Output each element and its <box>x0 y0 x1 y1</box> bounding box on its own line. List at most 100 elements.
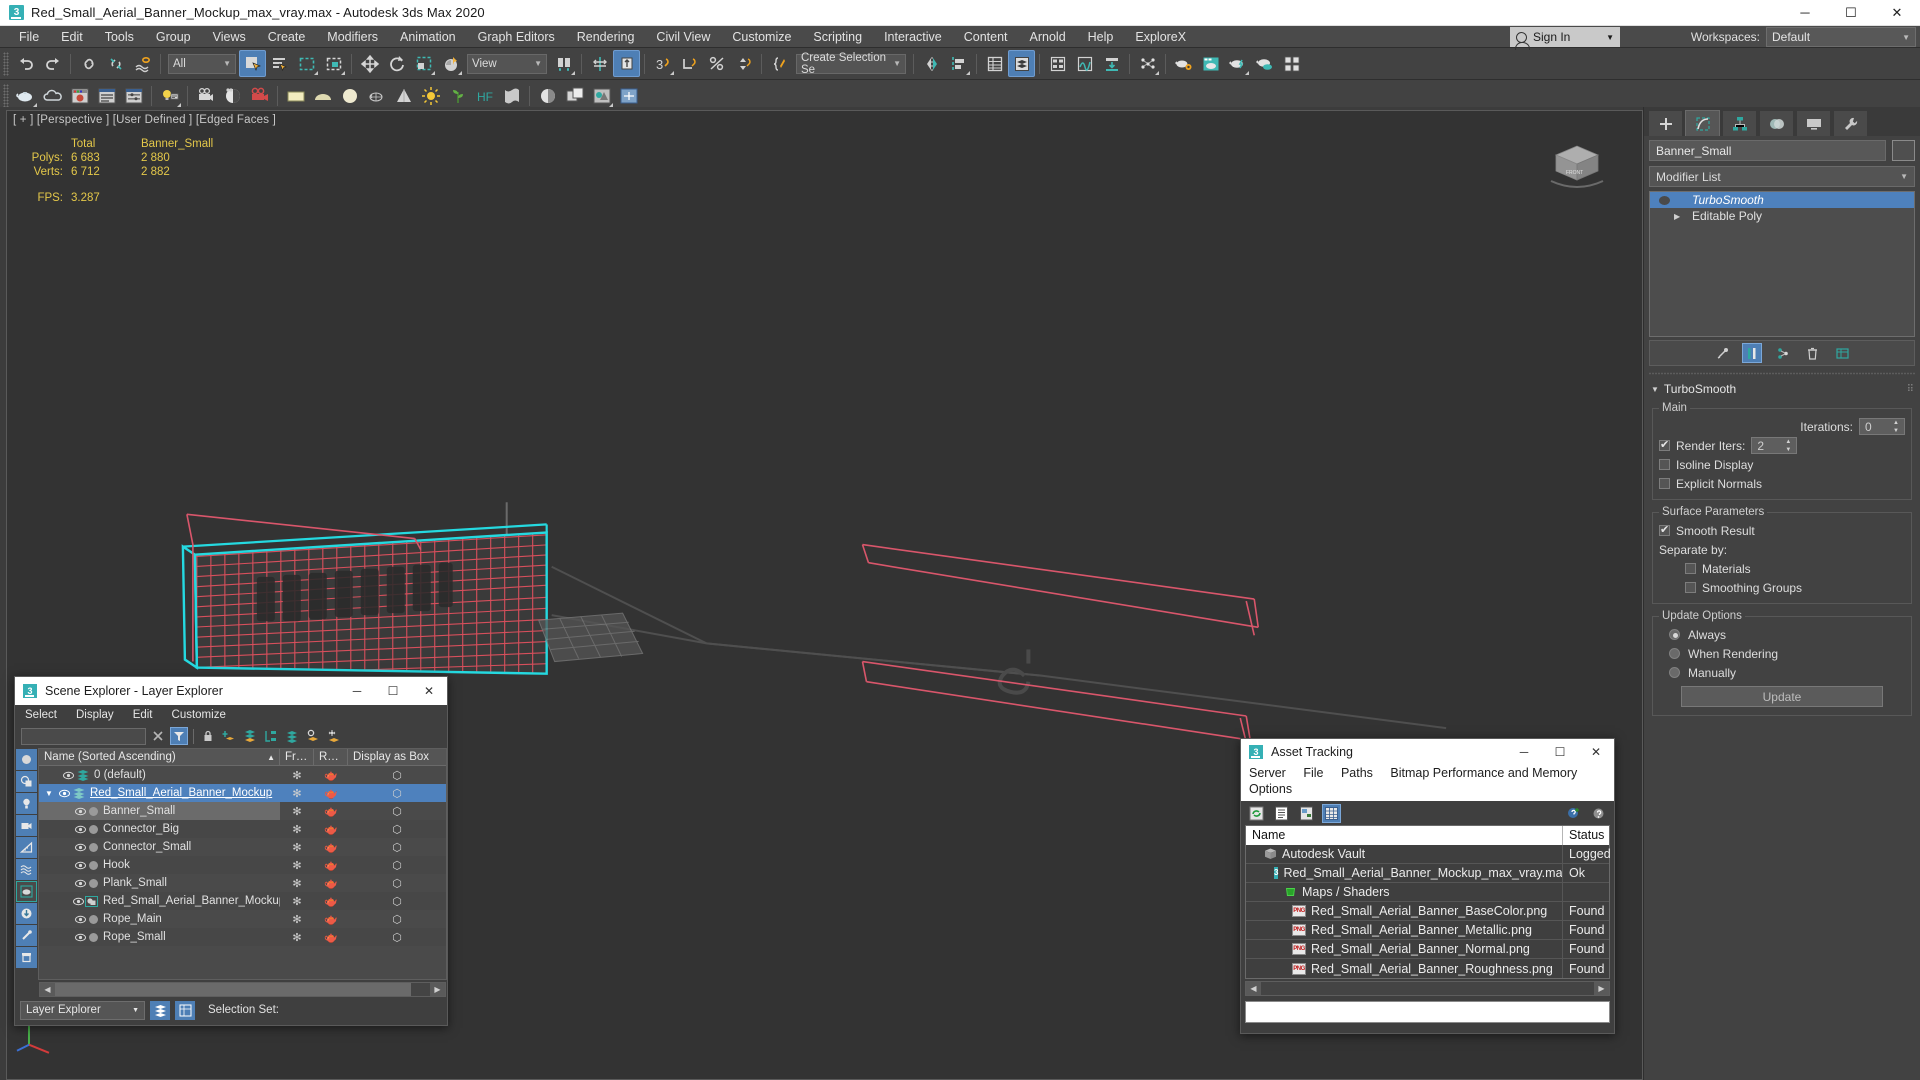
render-setup-button[interactable] <box>1170 50 1197 77</box>
minimize-button[interactable]: ─ <box>339 677 375 705</box>
menu-content[interactable]: Content <box>953 26 1019 48</box>
rectangular-selection-region-button[interactable] <box>293 50 320 77</box>
asset-tracking-window[interactable]: 3 Asset Tracking ─ ☐ ✕ Server File Paths… <box>1240 738 1615 1034</box>
table-row[interactable]: Rope_Small ✻ 🫖 ⬡ <box>39 928 446 946</box>
selection-filter-dropdown[interactable]: All ▼ <box>168 53 236 74</box>
always-radio[interactable] <box>1669 629 1680 640</box>
display-as-box-cell[interactable]: ⬡ <box>348 895 446 908</box>
table-row[interactable]: Plank_Small ✻ 🫖 ⬡ <box>39 874 446 892</box>
table-row[interactable]: Hook ✻ 🫖 ⬡ <box>39 856 446 874</box>
sunlight-button[interactable] <box>417 82 444 109</box>
display-as-box-cell[interactable]: ⬡ <box>348 787 446 800</box>
table-row[interactable]: 0 (default) ✻ 🫖 ⬡ <box>39 766 446 784</box>
col-display-as-box[interactable]: Display as Box <box>348 749 446 766</box>
render-cell[interactable]: 🫖 <box>314 931 348 944</box>
show-end-result-button[interactable] <box>1742 343 1762 363</box>
tab-motion[interactable] <box>1759 110 1794 136</box>
layer-explorer-button[interactable] <box>1008 50 1035 77</box>
scene-explorer-window[interactable]: 3 Scene Explorer - Layer Explorer ─ ☐ ✕ … <box>14 676 448 1026</box>
modifier-stack[interactable]: TurboSmooth ▶ Editable Poly <box>1649 191 1915 337</box>
menu-file[interactable]: File <box>8 26 50 48</box>
col-name[interactable]: Name (Sorted Ascending) ▲ <box>39 749 280 766</box>
scrollbar-thumb[interactable] <box>55 983 412 996</box>
menu-customize[interactable]: Customize <box>721 26 802 48</box>
menu-modifiers[interactable]: Modifiers <box>316 26 389 48</box>
menu-help[interactable]: Help <box>1077 26 1125 48</box>
render-to-texture-button[interactable] <box>588 82 615 109</box>
rollout-header[interactable]: ▼ TurboSmooth ⠿ <box>1649 380 1915 399</box>
close-button[interactable]: ✕ <box>1874 0 1920 26</box>
filter-icon[interactable] <box>170 727 188 745</box>
tab-utilities[interactable] <box>1833 110 1868 136</box>
mirror-geometry-button[interactable] <box>918 50 945 77</box>
filter-bones-icon[interactable] <box>16 925 37 946</box>
render-cell[interactable]: 🫖 <box>314 787 348 800</box>
col-asset-status[interactable]: Status <box>1563 826 1609 845</box>
make-unique-button[interactable] <box>1772 343 1792 363</box>
minimize-button[interactable]: ─ <box>1506 739 1542 765</box>
render-iters-spinner[interactable]: 2 ▲ ▼ <box>1751 437 1798 454</box>
snaps-toggle-button[interactable]: 3 <box>649 50 676 77</box>
material-editor-button[interactable] <box>12 82 39 109</box>
render-frame-window-button[interactable] <box>66 82 93 109</box>
menu-interactive[interactable]: Interactive <box>873 26 953 48</box>
maximize-button[interactable]: ☐ <box>1542 739 1578 765</box>
scroll-right-arrow-icon[interactable]: ▶ <box>430 983 445 996</box>
pin-stack-button[interactable] <box>1712 343 1732 363</box>
render-presets-button[interactable] <box>120 82 147 109</box>
at-menu-file[interactable]: File <box>1303 766 1323 780</box>
render-cell[interactable]: 🫖 <box>314 805 348 818</box>
menu-scripting[interactable]: Scripting <box>802 26 873 48</box>
modifier-stack-item-editable-poly[interactable]: ▶ Editable Poly <box>1650 208 1914 224</box>
table-row[interactable]: Banner_Small ✻ 🫖 ⬡ <box>39 802 446 820</box>
menu-views[interactable]: Views <box>202 26 257 48</box>
reference-coordinate-dropdown[interactable]: View ▼ <box>467 53 547 74</box>
materials-checkbox[interactable] <box>1685 563 1696 574</box>
render-cell[interactable]: 🫖 <box>314 823 348 836</box>
visibility-eye-icon[interactable] <box>73 807 87 816</box>
visibility-eye-icon[interactable] <box>57 789 71 798</box>
particle-view-button[interactable] <box>1134 50 1161 77</box>
render-setup-dialog-button[interactable] <box>93 82 120 109</box>
bind-to-space-warp-button[interactable] <box>129 50 156 77</box>
rendered-frame-window-button[interactable] <box>1197 50 1224 77</box>
window-crossing-toggle-button[interactable] <box>320 50 347 77</box>
edit-named-selection-sets-button[interactable] <box>766 50 793 77</box>
filter-shapes-icon[interactable] <box>16 771 37 792</box>
object-name-input[interactable] <box>1649 140 1886 161</box>
table-row[interactable]: Red_Small_Aerial_Banner_Mockup ✻ 🫖 ⬡ <box>39 892 446 910</box>
menu-graph-editors[interactable]: Graph Editors <box>467 26 566 48</box>
table-row[interactable]: 3 Red_Small_Aerial_Banner_Mockup_max_vra… <box>1246 863 1609 883</box>
menu-create[interactable]: Create <box>257 26 317 48</box>
render-cell[interactable]: 🫖 <box>314 841 348 854</box>
sphere-primitive-button[interactable] <box>336 82 363 109</box>
table-row[interactable]: PNG Red_Small_Aerial_Banner_Normal.png F… <box>1246 939 1609 959</box>
close-button[interactable]: ✕ <box>411 677 447 705</box>
scroll-left-arrow-icon[interactable]: ◀ <box>1246 982 1261 995</box>
filter-lights-icon[interactable] <box>16 793 37 814</box>
highlight-selected-icon[interactable] <box>304 727 322 745</box>
at-menu-server[interactable]: Server <box>1249 766 1286 780</box>
at-menu-bitmap[interactable]: Bitmap Performance and Memory <box>1390 766 1577 780</box>
grid-view-icon[interactable] <box>1322 803 1341 823</box>
scene-explorer-button[interactable] <box>981 50 1008 77</box>
se-menu-display[interactable]: Display <box>76 709 114 721</box>
set-active-layer-icon[interactable] <box>283 727 301 745</box>
scroll-left-arrow-icon[interactable]: ◀ <box>40 983 55 996</box>
smooth-result-checkbox[interactable] <box>1659 523 1670 536</box>
ivy-generator-button[interactable] <box>444 82 471 109</box>
manually-radio[interactable] <box>1669 667 1680 678</box>
asset-tracking-button[interactable] <box>534 82 561 109</box>
frozen-cell[interactable]: ✻ <box>280 877 314 890</box>
when-rendering-row[interactable]: When Rendering <box>1659 644 1905 663</box>
select-layer-children-icon[interactable] <box>262 727 280 745</box>
se-menu-select[interactable]: Select <box>25 709 57 721</box>
minimize-button[interactable]: ─ <box>1782 0 1828 26</box>
asset-tracking-horizontal-scrollbar[interactable]: ◀ ▶ <box>1245 981 1610 996</box>
container-explorer-button[interactable] <box>561 82 588 109</box>
display-as-box-cell[interactable]: ⬡ <box>348 823 446 836</box>
camera-sequencer-button[interactable] <box>192 82 219 109</box>
add-selection-to-layer-icon[interactable] <box>241 727 259 745</box>
smooth-result-row[interactable]: Smooth Result <box>1659 521 1905 540</box>
visibility-eye-icon[interactable] <box>73 861 87 870</box>
